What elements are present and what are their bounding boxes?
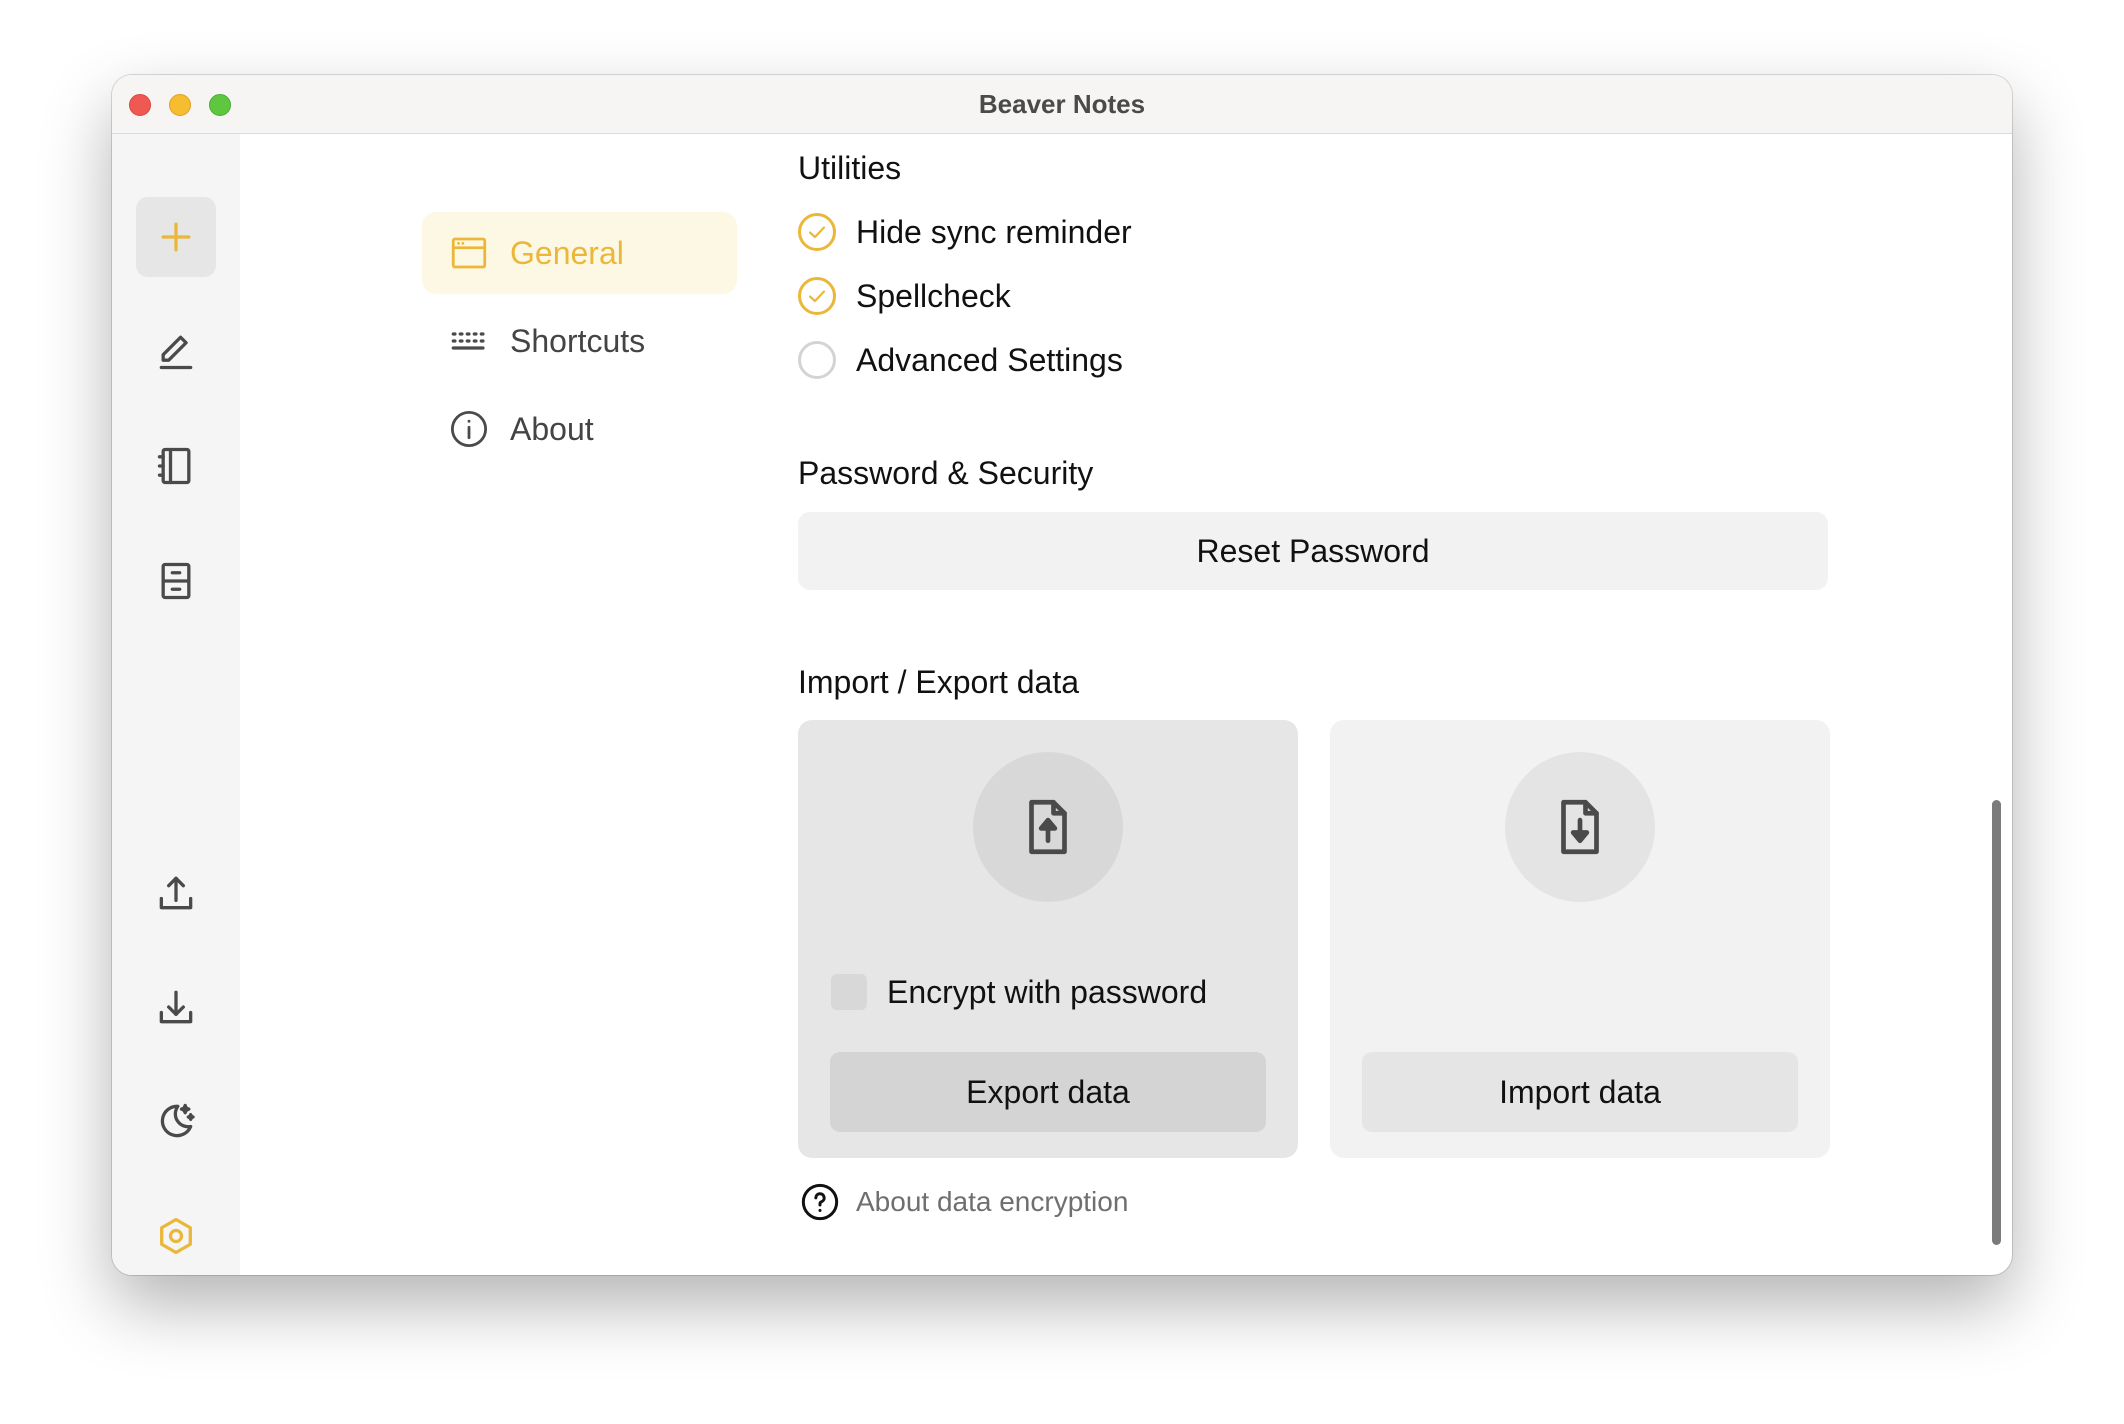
option-label: Hide sync reminder bbox=[856, 213, 1132, 250]
security-title: Password & Security bbox=[798, 455, 1094, 491]
checkbox-checked[interactable] bbox=[798, 277, 836, 315]
checkbox-checked[interactable] bbox=[798, 213, 836, 251]
tab-about[interactable]: About bbox=[422, 388, 737, 470]
export-data-button[interactable]: Export data bbox=[830, 1052, 1266, 1132]
reset-password-button[interactable]: Reset Password bbox=[798, 512, 1828, 590]
check-icon bbox=[808, 226, 826, 239]
add-note-button[interactable] bbox=[136, 197, 216, 277]
about-data-encryption-link[interactable]: About data encryption bbox=[800, 1182, 1128, 1222]
import-button[interactable] bbox=[136, 967, 216, 1047]
import-export-title: Import / Export data bbox=[798, 664, 1080, 700]
hexagon-settings-icon bbox=[160, 1217, 192, 1255]
encrypt-with-password-option[interactable]: Encrypt with password bbox=[831, 972, 1207, 1012]
download-icon bbox=[159, 990, 193, 1024]
tab-general-label: General bbox=[510, 235, 624, 271]
keyboard-icon bbox=[451, 332, 485, 350]
plus-icon bbox=[161, 222, 191, 252]
encrypt-checkbox[interactable] bbox=[831, 974, 867, 1010]
check-icon bbox=[808, 290, 826, 303]
import-icon-circle bbox=[1505, 752, 1655, 902]
file-download-icon bbox=[1561, 799, 1599, 855]
utilities-title: Utilities bbox=[798, 150, 902, 186]
export-button[interactable] bbox=[136, 853, 216, 933]
advanced-settings-option[interactable]: Advanced Settings bbox=[798, 338, 1123, 382]
window-icon bbox=[451, 237, 487, 269]
window-title: Beaver Notes bbox=[978, 89, 1146, 119]
moon-stars-icon bbox=[160, 1103, 195, 1138]
folders-button[interactable] bbox=[136, 426, 216, 506]
upload-icon bbox=[159, 876, 193, 910]
scrollbar-thumb[interactable] bbox=[1992, 800, 2001, 1245]
import-card: Import data bbox=[1330, 720, 1830, 1158]
notebook-icon bbox=[157, 447, 191, 485]
settings-button[interactable] bbox=[136, 1196, 216, 1275]
archive-button[interactable] bbox=[136, 541, 216, 621]
tab-shortcuts-label: Shortcuts bbox=[510, 323, 646, 359]
tab-shortcuts[interactable]: Shortcuts bbox=[422, 300, 737, 382]
theme-toggle-button[interactable] bbox=[136, 1081, 216, 1161]
encrypt-label: Encrypt with password bbox=[887, 973, 1208, 1010]
spellcheck-option[interactable]: Spellcheck bbox=[798, 274, 1011, 318]
app-window: Beaver Notes General Shortcuts About Uti… bbox=[112, 75, 2012, 1275]
title-bar: Beaver Notes bbox=[112, 75, 2012, 134]
pencil-icon bbox=[159, 335, 193, 370]
hide-sync-reminder-option[interactable]: Hide sync reminder bbox=[798, 210, 1132, 254]
tab-about-label: About bbox=[510, 411, 594, 447]
question-icon bbox=[801, 1183, 839, 1221]
screenshot-stage: Beaver Notes General Shortcuts About Uti… bbox=[0, 0, 2124, 1424]
option-label: Spellcheck bbox=[856, 277, 1011, 314]
sidebar-rail bbox=[112, 134, 240, 1275]
checkbox-unchecked[interactable] bbox=[798, 341, 836, 379]
notes-button[interactable] bbox=[136, 311, 216, 391]
option-label: Advanced Settings bbox=[856, 341, 1123, 378]
info-icon bbox=[450, 410, 488, 448]
about-data-encryption-label: About data encryption bbox=[856, 1186, 1129, 1217]
tab-general[interactable]: General bbox=[422, 212, 737, 294]
archive-icon bbox=[161, 562, 191, 600]
export-card: Encrypt with password Export data bbox=[798, 720, 1298, 1158]
import-data-button[interactable]: Import data bbox=[1362, 1052, 1798, 1132]
export-icon-circle bbox=[973, 752, 1123, 902]
file-upload-icon bbox=[1029, 799, 1067, 855]
